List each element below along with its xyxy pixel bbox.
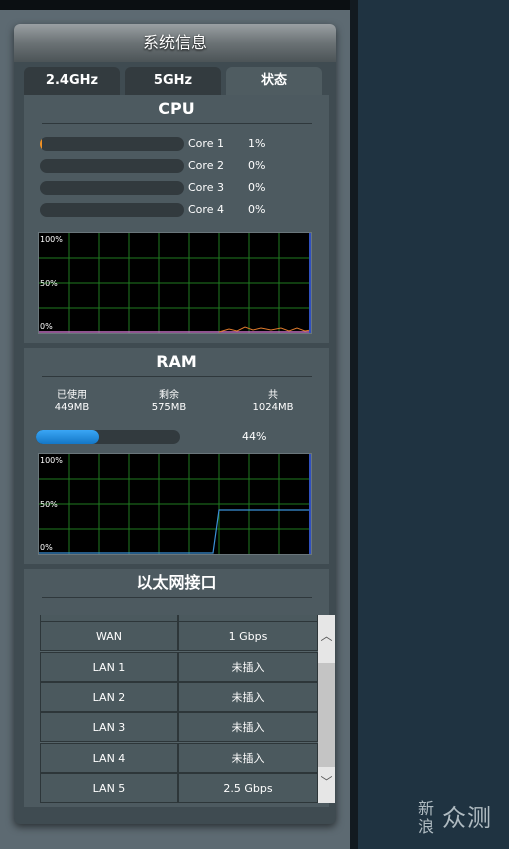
ram-used-label: 已使用 xyxy=(57,390,87,401)
tab-bar: 2.4GHz 5GHz 状态 xyxy=(24,67,324,95)
table-row: LAN 3 未插入 xyxy=(40,712,318,742)
table-row: LAN 2 未插入 xyxy=(40,682,318,712)
ram-title: RAM xyxy=(156,352,197,371)
ram-percent: 44% xyxy=(242,430,267,443)
core-value: 0% xyxy=(248,203,266,216)
ram-used: 已使用 449MB xyxy=(27,390,117,414)
port-name: LAN 4 xyxy=(40,743,178,773)
port-name: LAN 3 xyxy=(40,712,178,742)
cpu-title: CPU xyxy=(158,99,195,118)
core-row: Core 1 1% xyxy=(40,137,320,151)
panel-title: 系统信息 xyxy=(14,24,336,62)
scroll-down-icon[interactable]: ﹀ xyxy=(318,773,335,791)
tab-status[interactable]: 状态 xyxy=(226,67,322,95)
core-usage-fill xyxy=(40,137,42,151)
ram-total-label: 共 xyxy=(268,390,278,401)
core-row: Core 3 0% xyxy=(40,181,320,195)
port-name: LAN 1 xyxy=(40,652,178,682)
scroll-up-icon[interactable]: ︿ xyxy=(318,627,335,645)
core-usage-bar xyxy=(40,137,184,151)
graph-label-100: 100% xyxy=(40,235,63,244)
page-divider xyxy=(350,0,358,849)
port-status: 未插入 xyxy=(178,652,318,682)
ram-free-label: 剩余 xyxy=(159,390,179,401)
core-name: Core 3 xyxy=(188,181,224,194)
cpu-usage-graph: 100% 50% 0% xyxy=(38,232,312,334)
core-name: Core 1 xyxy=(188,137,224,150)
ram-usage-graph: 100% 50% 0% xyxy=(38,453,312,555)
ram-free: 剩余 575MB xyxy=(124,390,214,414)
table-row: LAN 1 未插入 xyxy=(40,652,318,682)
ethernet-section: 以太网接口 WAN 1 Gbps LAN 1 未插入 LAN 2 未插入 LAN… xyxy=(24,569,335,807)
ethernet-table: WAN 1 Gbps LAN 1 未插入 LAN 2 未插入 LAN 3 未插入… xyxy=(40,615,335,803)
right-background xyxy=(358,0,509,849)
scroll-thumb[interactable] xyxy=(318,663,335,767)
port-status: 未插入 xyxy=(178,743,318,773)
port-status: 未插入 xyxy=(178,712,318,742)
ram-free-value: 575MB xyxy=(151,402,187,413)
watermark-logo: 新浪 众测 xyxy=(414,800,504,840)
port-status: 未插入 xyxy=(178,682,318,712)
ram-usage-bar xyxy=(36,430,180,444)
graph-label-0: 0% xyxy=(40,322,53,331)
port-status: 2.5 Gbps xyxy=(178,773,318,803)
core-usage-bar xyxy=(40,181,184,195)
divider xyxy=(42,123,312,124)
port-name: LAN 2 xyxy=(40,682,178,712)
divider xyxy=(42,376,312,377)
graph-label-0: 0% xyxy=(40,543,53,552)
tab-2-4ghz[interactable]: 2.4GHz xyxy=(24,67,120,95)
ram-used-value: 449MB xyxy=(54,402,90,413)
core-name: Core 4 xyxy=(188,203,224,216)
port-status: 1 Gbps xyxy=(178,621,318,651)
core-usage-bar xyxy=(40,159,184,173)
core-name: Core 2 xyxy=(188,159,224,172)
core-row: Core 2 0% xyxy=(40,159,320,173)
core-value: 0% xyxy=(248,159,266,172)
table-row: LAN 4 未插入 xyxy=(40,743,318,773)
ram-total: 共 1024MB xyxy=(228,390,318,414)
graph-label-50: 50% xyxy=(40,500,58,509)
table-scrollbar[interactable]: ︿ ﹀ xyxy=(318,615,335,803)
core-value: 1% xyxy=(248,137,266,150)
ram-usage-fill xyxy=(36,430,100,444)
graph-label-50: 50% xyxy=(40,279,58,288)
watermark-text-2: 众测 xyxy=(442,804,492,832)
table-row: LAN 5 2.5 Gbps xyxy=(40,773,318,803)
core-usage-bar xyxy=(40,203,184,217)
tab-5ghz[interactable]: 5GHz xyxy=(125,67,221,95)
divider xyxy=(42,597,312,598)
core-row: Core 4 0% xyxy=(40,203,320,217)
watermark-text-1: 新浪 xyxy=(418,799,435,836)
table-row: WAN 1 Gbps xyxy=(40,621,318,651)
graph-label-100: 100% xyxy=(40,456,63,465)
ethernet-title: 以太网接口 xyxy=(136,573,217,592)
port-name: LAN 5 xyxy=(40,773,178,803)
port-name: WAN xyxy=(40,621,178,651)
system-info-panel: 系统信息 2.4GHz 5GHz 状态 CPU Core 1 1% Core 2… xyxy=(14,24,336,824)
core-value: 0% xyxy=(248,181,266,194)
cpu-section: CPU Core 1 1% Core 2 0% Core 3 0% Core 4… xyxy=(24,95,329,343)
ram-total-value: 1024MB xyxy=(252,402,294,413)
ram-section: RAM 已使用 449MB 剩余 575MB 共 1024MB 44% 100%… xyxy=(24,348,329,564)
